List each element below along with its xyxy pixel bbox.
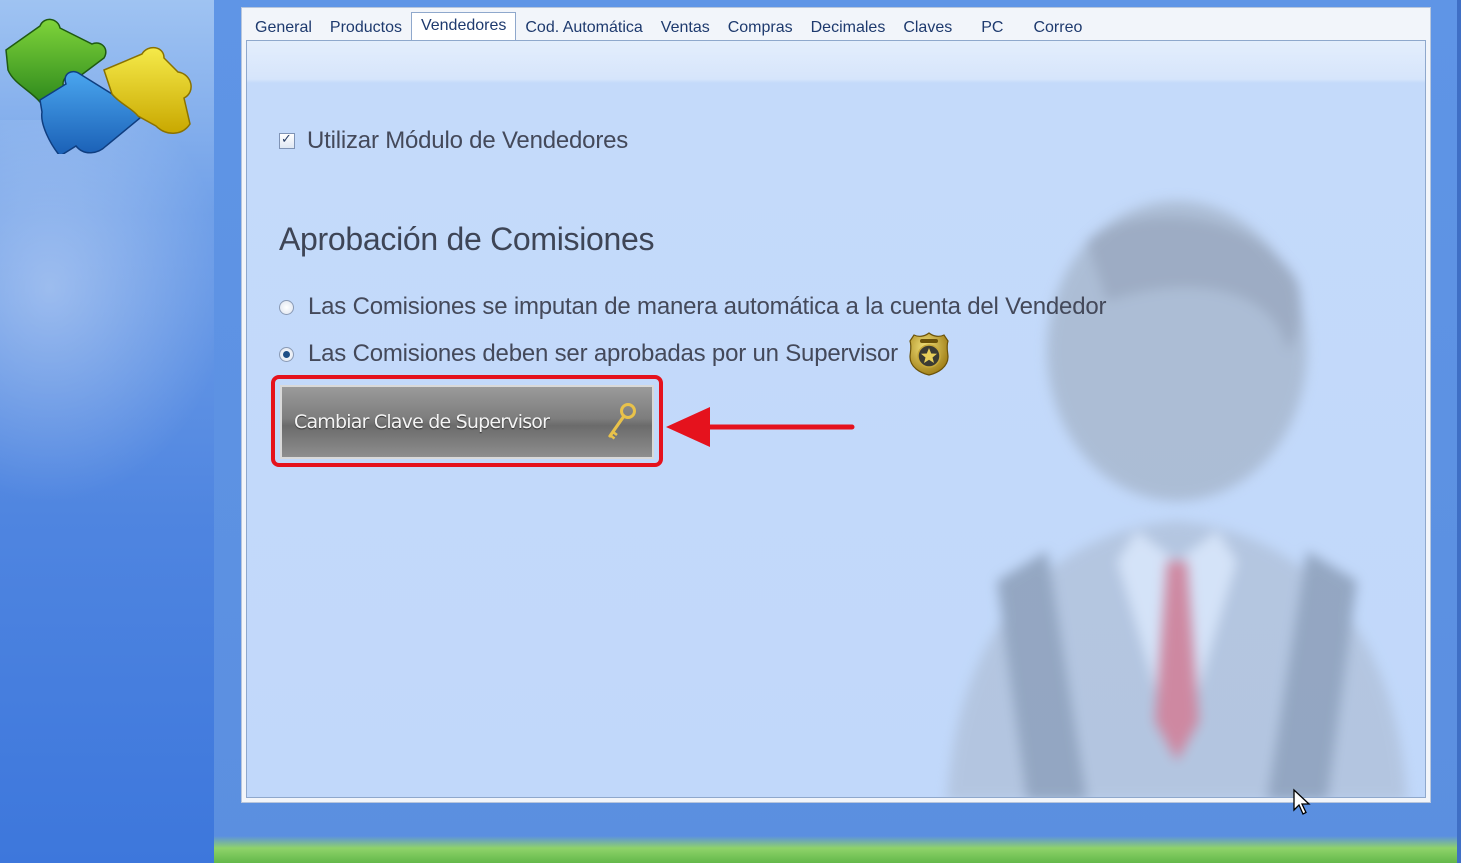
section-title: Aprobación de Comisiones xyxy=(279,221,655,257)
tab-general[interactable]: General xyxy=(246,17,321,41)
tab-correo[interactable]: Correo xyxy=(1023,17,1091,41)
tab-compras[interactable]: Compras xyxy=(719,17,802,41)
vendedores-panel: ✓ Utilizar Módulo de Vendedores Aprobaci… xyxy=(246,40,1426,798)
annotation-arrow-icon xyxy=(666,407,855,447)
radio-supervisor[interactable] xyxy=(279,346,294,362)
security-badge-icon xyxy=(909,332,949,376)
tab-cod-automatica[interactable]: Cod. Automática xyxy=(516,17,651,41)
puzzle-logo-icon xyxy=(5,18,192,154)
right-edge xyxy=(1457,0,1461,863)
use-module-label: Utilizar Módulo de Vendedores xyxy=(307,127,629,154)
radio-automatic-label: Las Comisiones se imputan de manera auto… xyxy=(308,293,1107,320)
radio-automatic[interactable] xyxy=(279,299,294,315)
use-module-checkbox[interactable]: ✓ xyxy=(279,131,295,149)
sidebar-swirl xyxy=(0,120,214,540)
settings-window: General Productos Vendedores Cod. Automá… xyxy=(241,7,1431,803)
tab-pc[interactable]: PC xyxy=(961,17,1023,41)
person-watermark-icon xyxy=(947,201,1407,797)
mouse-cursor-icon xyxy=(1293,788,1311,815)
radio-row-supervisor: Las Comisiones deben ser aprobadas por u… xyxy=(279,331,950,377)
change-supervisor-password-label: Cambiar Clave de Supervisor xyxy=(294,411,550,433)
left-sidebar xyxy=(0,0,214,863)
tab-decimales[interactable]: Decimales xyxy=(802,17,895,41)
change-supervisor-password-button[interactable]: Cambiar Clave de Supervisor xyxy=(280,385,654,459)
tab-bar: General Productos Vendedores Cod. Automá… xyxy=(246,11,1091,42)
tab-ventas[interactable]: Ventas xyxy=(652,17,719,41)
radio-row-automatic: Las Comisiones se imputan de manera auto… xyxy=(279,293,1106,321)
tab-claves[interactable]: Claves xyxy=(894,17,961,41)
tab-vendedores[interactable]: Vendedores xyxy=(410,12,517,42)
radio-supervisor-label: Las Comisiones deben ser aprobadas por u… xyxy=(308,340,898,367)
checkmark-icon: ✓ xyxy=(281,131,292,146)
grass-strip xyxy=(214,836,1461,863)
use-module-row: ✓ Utilizar Módulo de Vendedores xyxy=(279,127,628,155)
tab-productos[interactable]: Productos xyxy=(321,17,411,41)
key-icon xyxy=(608,403,636,440)
